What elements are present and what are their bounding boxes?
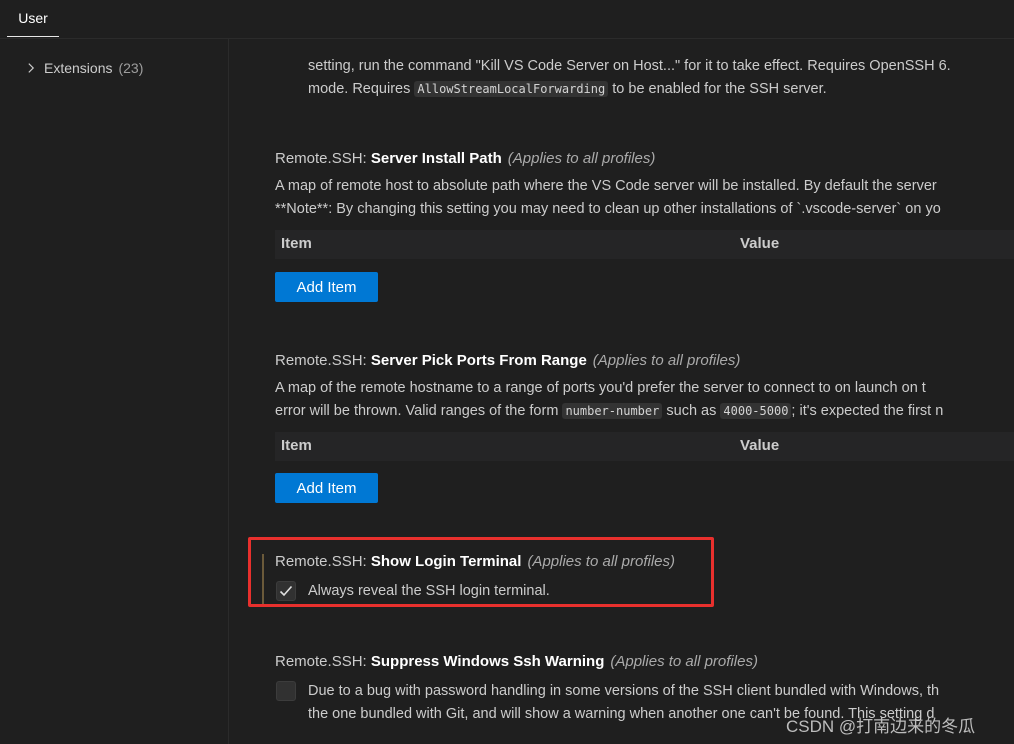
toc-item-label: Extensions bbox=[44, 60, 113, 76]
setting-scope: (Applies to all profiles) bbox=[527, 553, 675, 570]
column-value: Value bbox=[740, 437, 780, 454]
setting-description: error will be thrown. Valid ranges of th… bbox=[275, 400, 1014, 423]
setting-scope: (Applies to all profiles) bbox=[592, 352, 741, 369]
setting-scope: (Applies to all profiles) bbox=[610, 653, 758, 670]
setting-description: **Note**: By changing this setting you m… bbox=[275, 201, 941, 217]
table-header: Item Value bbox=[275, 432, 1014, 461]
column-item: Item bbox=[281, 235, 312, 252]
setting-description: Due to a bug with password handling in s… bbox=[308, 683, 940, 699]
column-value: Value bbox=[740, 235, 780, 252]
setting-category: Remote.SSH: bbox=[275, 653, 371, 670]
setting-category: Remote.SSH: bbox=[275, 352, 371, 369]
desc-text: ; it's expected the first n bbox=[791, 403, 944, 419]
setting-server-pick-ports: Remote.SSH: Server Pick Ports From Range… bbox=[275, 350, 1014, 503]
setting-show-login-terminal: Remote.SSH: Show Login Terminal (Applies … bbox=[275, 551, 1014, 601]
desc-text: error will be thrown. Valid ranges of th… bbox=[275, 403, 563, 419]
setting-title: Remote.SSH: Suppress Windows Ssh Warning… bbox=[275, 651, 1014, 673]
tab-user[interactable]: User bbox=[7, 0, 59, 37]
setting-description: A map of the remote hostname to a range … bbox=[275, 380, 926, 396]
settings-list: setting, run the command "Kill VS Code S… bbox=[229, 39, 1014, 744]
desc-text: mode. Requires bbox=[308, 81, 415, 97]
setting-name: Show Login Terminal bbox=[370, 553, 522, 570]
settings-editor: User Extensions (23) setting, run the co… bbox=[0, 0, 1014, 744]
toc-item-count: (23) bbox=[118, 60, 144, 76]
setting-category: Remote.SSH: bbox=[275, 150, 371, 167]
settings-tabbar: User bbox=[0, 0, 1014, 39]
setting-focus-indicator bbox=[262, 554, 264, 606]
add-item-button[interactable]: Add Item bbox=[275, 473, 378, 503]
setting-suppress-windows-ssh-warning: Remote.SSH: Suppress Windows Ssh Warning… bbox=[275, 651, 1014, 722]
setting-title: Remote.SSH: Server Pick Ports From Range… bbox=[275, 350, 1014, 372]
table-header: Item Value bbox=[275, 230, 1014, 259]
setting-name: Server Install Path bbox=[370, 150, 502, 167]
inline-code: 4000-5000 bbox=[720, 403, 792, 419]
setting-title: Remote.SSH: Server Install Path (Applies … bbox=[275, 148, 1014, 170]
suppress-warning-checkbox[interactable] bbox=[276, 681, 296, 701]
inline-code: AllowStreamLocalForwarding bbox=[414, 81, 609, 97]
setting-description: setting, run the command "Kill VS Code S… bbox=[308, 58, 951, 74]
inline-code: number-number bbox=[562, 403, 663, 419]
setting-name: Server Pick Ports From Range bbox=[370, 352, 587, 369]
watermark: CSDN @打南边来的冬瓜 bbox=[786, 717, 976, 736]
chevron-right-icon bbox=[28, 63, 35, 73]
check-icon bbox=[279, 585, 293, 597]
desc-text: to be enabled for the SSH server. bbox=[608, 81, 827, 97]
toc-item-extensions[interactable]: Extensions (23) bbox=[24, 60, 143, 76]
checkbox-label[interactable]: Always reveal the SSH login terminal. bbox=[308, 580, 550, 603]
setting-name: Suppress Windows Ssh Warning bbox=[370, 653, 605, 670]
column-item: Item bbox=[281, 437, 312, 454]
add-item-button[interactable]: Add Item bbox=[275, 272, 378, 302]
setting-description: mode. Requires AllowStreamLocalForwardin… bbox=[308, 78, 1014, 101]
show-login-terminal-checkbox[interactable] bbox=[276, 581, 296, 601]
setting-description: A map of remote host to absolute path wh… bbox=[275, 178, 937, 194]
setting-scope: (Applies to all profiles) bbox=[507, 150, 656, 167]
desc-text: such as bbox=[662, 403, 721, 419]
setting-partial: setting, run the command "Kill VS Code S… bbox=[308, 55, 1014, 101]
setting-server-install-path: Remote.SSH: Server Install Path (Applies … bbox=[275, 148, 1014, 302]
setting-title: Remote.SSH: Show Login Terminal (Applies … bbox=[275, 551, 1014, 573]
settings-toc: Extensions (23) bbox=[0, 39, 229, 744]
setting-category: Remote.SSH: bbox=[275, 553, 371, 570]
